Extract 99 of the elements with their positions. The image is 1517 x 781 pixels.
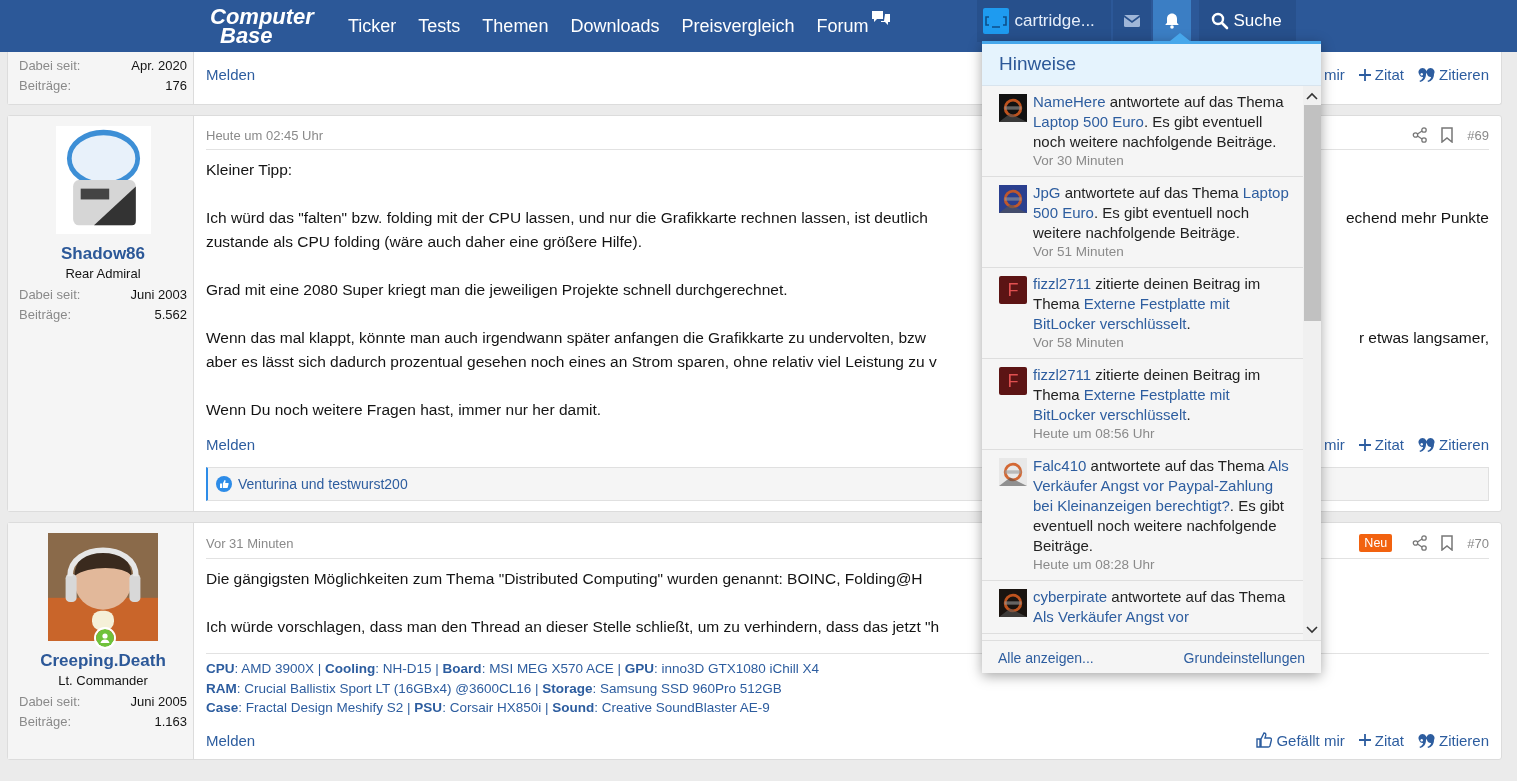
nav-link[interactable]: Tests [418,15,461,37]
stat-value: Apr. 2020 [131,57,187,75]
bookmark-icon [1441,127,1454,143]
post-text: Ich würde vorschlagen, dass man den Thread an dieser Stelle schließt, um zu verhindern, dass das jetzt "h [206,617,940,637]
like-icon [216,476,232,492]
notification-item[interactable]: Falc410 antwortete auf das Thema Als Verkäufer Angst vor Paypal-Zahlung bei Kleinanzeigen berechtigt?. Es gibt eventuell noch weitere nachfolgende Beiträge. Heute um 08:28 Uhr [982,450,1303,581]
avatar-icon [982,8,1009,34]
like-button[interactable]: Gefällt mir [1256,731,1345,749]
post-text: Die gängigsten Möglichkeiten zum Thema "Distributed Computing" wurden genannt: BOINC, Folding@H [206,569,923,589]
notification-text: JpG antwortete auf das Thema Laptop 500 Euro. Es gibt eventuell noch weitere nachfolgende Beiträge. [1033,183,1289,243]
quote-icon [1417,732,1435,748]
post-text: r etwas langsamer, [1358,328,1489,348]
mail-icon [1122,12,1141,30]
stat-label: Dabei seit: [19,57,81,75]
like-button[interactable]: mir [1323,436,1345,453]
notification-time: Vor 51 Minuten [1033,243,1125,261]
username[interactable]: Shadow86 [60,244,146,264]
logo[interactable]: Computer Base [210,7,328,45]
post-text: zustande als CPU folding (wäre auch daher eine größere Hilfe). [206,232,642,252]
notification-item[interactable]: F fizzl2711 zitierte deinen Beitrag im Thema Externe Festplatte mit BitLocker verschlüsselt. Heute um 08:56 Uhr [982,359,1303,450]
user-avatar: F [999,367,1027,395]
notification-time: Vor 58 Minuten [1033,334,1125,352]
quote-button[interactable]: Zitat [1358,66,1404,83]
post-number[interactable]: #69 [1467,127,1489,143]
user-rank: Rear Admiral [65,266,141,281]
scroll-up-icon [1306,92,1318,101]
nav-link[interactable]: Preisvergleich [681,15,795,37]
plus-icon [1358,438,1371,451]
report-link[interactable]: Melden [206,436,256,453]
stat-label: Dabei seit: [19,693,81,711]
nav-link[interactable]: Downloads [570,15,660,37]
quote-button[interactable]: Zitat [1358,731,1404,749]
scrollbar[interactable] [1303,86,1321,640]
notification-item[interactable]: JpG antwortete auf das Thema Laptop 500 Euro. Es gibt eventuell noch weitere nachfolgende Beiträge. Vor 51 Minuten [982,177,1303,268]
user-rank: Lt. Commander [58,673,148,688]
scrollbar-thumb[interactable] [1303,105,1321,321]
notification-text: fizzl2711 zitierte deinen Beitrag im Thema Externe Festplatte mit BitLocker verschlüsselt. [1033,365,1262,425]
notification-item[interactable]: cyberpirate antwortete auf das Thema Als Verkäufer Angst vor [982,581,1303,634]
show-all-link[interactable]: Alle anzeigen... [998,650,1094,666]
quote-button[interactable]: Zitat [1358,436,1404,453]
stat-value: Juni 2005 [130,693,187,711]
report-link[interactable]: Melden [206,731,256,749]
account-button[interactable]: cartridge... [976,0,1111,42]
post-text: Wenn das mal klappt, könnte man auch irgendwann später anfangen die Grafikkarte zu undervolten, bzw [206,328,927,348]
notification-text: NameHere antwortete auf das Thema Laptop 500 Euro. Es gibt eventuell noch weitere nachfolgende Beiträge. [1033,92,1285,152]
nav-link[interactable]: Themen [482,15,549,37]
post-number[interactable]: #70 [1467,535,1489,551]
stat-value: 5.562 [154,306,187,324]
nav-link[interactable]: Ticker [348,15,397,37]
new-badge: Neu [1359,534,1393,552]
notification-time: Heute um 08:56 Uhr [1033,425,1156,443]
notification-time: Vor 30 Minuten [1033,152,1125,170]
likers-link[interactable]: Venturina und testwurst200 [238,476,408,492]
post-text: aber es lässt sich dadurch prozentual gesehen noch eines an Strom sparen, ohne relativ viel Leistung zu v [206,352,937,372]
report-link[interactable]: Melden [206,66,256,83]
reply-button[interactable]: Zitieren [1417,731,1489,749]
share-icon [1412,127,1428,143]
signature-text: Case: Fractal Design Meshify S2 | PSU: Corsair HX850i | Sound: Creative SoundBlaster AE-9 [206,699,771,717]
notifications-button[interactable] [1152,0,1191,42]
notification-text: cyberpirate antwortete auf das Thema Als Verkäufer Angst vor [1033,587,1287,627]
post-text: echend mehr Punkte [1345,208,1489,228]
stat-label: Beiträge: [19,306,72,324]
notification-text: fizzl2711 zitierte deinen Beitrag im Thema Externe Festplatte mit BitLocker verschlüsselt. [1033,274,1262,334]
plus-icon [1358,734,1371,746]
share-icon [1412,535,1428,551]
inbox-button[interactable] [1112,0,1151,42]
search-button[interactable]: Suche [1198,0,1296,42]
stat-label: Beiträge: [19,713,72,731]
notification-time: Heute um 08:28 Uhr [1033,556,1156,574]
quote-icon [1417,67,1435,82]
notification-item[interactable]: NameHere antwortete auf das Thema Laptop 500 Euro. Es gibt eventuell noch weitere nachfolgende Beiträge. Vor 30 Minuten [982,86,1303,177]
stat-value: 176 [165,77,187,95]
quote-icon [1417,437,1435,452]
plus-icon [1358,68,1371,81]
bookmark-icon [1441,535,1454,551]
like-button[interactable]: mir [1323,66,1345,83]
username: cartridge... [1014,11,1095,31]
post-date: Heute um 02:45 Uhr [206,127,324,143]
signature-text: RAM: Crucial Ballistix Sport LT (16GBx4) @3600CL16 | Storage: Samsung SSD 960Pro 512GB [206,679,783,698]
stat-label: Dabei seit: [19,286,81,304]
notification-text: Falc410 antwortete auf das Thema Als Verkäufer Angst vor Paypal-Zahlung bei Kleinanzeigen berechtigt?. Es gibt eventuell noch weitere nachfolgende Beiträge. [1033,456,1289,556]
stat-label: Beiträge: [19,77,72,95]
stat-value: Juni 2003 [130,286,187,304]
username[interactable]: Creeping.Death [40,651,166,671]
stat-value: 1.163 [154,713,187,731]
post-text: Grad mit eine 2080 Super kriegt man die jeweiligen Projekte schnell durchgerechnet. [206,280,788,300]
post-text: Ich würd das "falten" bzw. folding mit der CPU lassen, und nur die Grafikkarte rechnen lassen, ist deutlich [206,208,928,228]
post-text: Kleiner Tipp: [206,160,293,180]
reply-button[interactable]: Zitieren [1417,66,1489,83]
scroll-down-icon [1306,625,1318,634]
notification-item[interactable]: F fizzl2711 zitierte deinen Beitrag im Thema Externe Festplatte mit BitLocker verschlüsselt. Vor 58 Minuten [982,268,1303,359]
search-icon [1210,12,1229,30]
preferences-link[interactable]: Grundeinstellungen [1183,650,1305,666]
post-date: Vor 31 Minuten [206,535,294,551]
reply-button[interactable]: Zitieren [1417,436,1489,453]
nav-link[interactable]: Forum [816,15,869,37]
post-text: Wenn Du noch weitere Fragen hast, immer nur her damit. [206,400,602,420]
dropdown-title: Hinweise [982,44,1321,86]
user-avatar: F [999,276,1027,304]
